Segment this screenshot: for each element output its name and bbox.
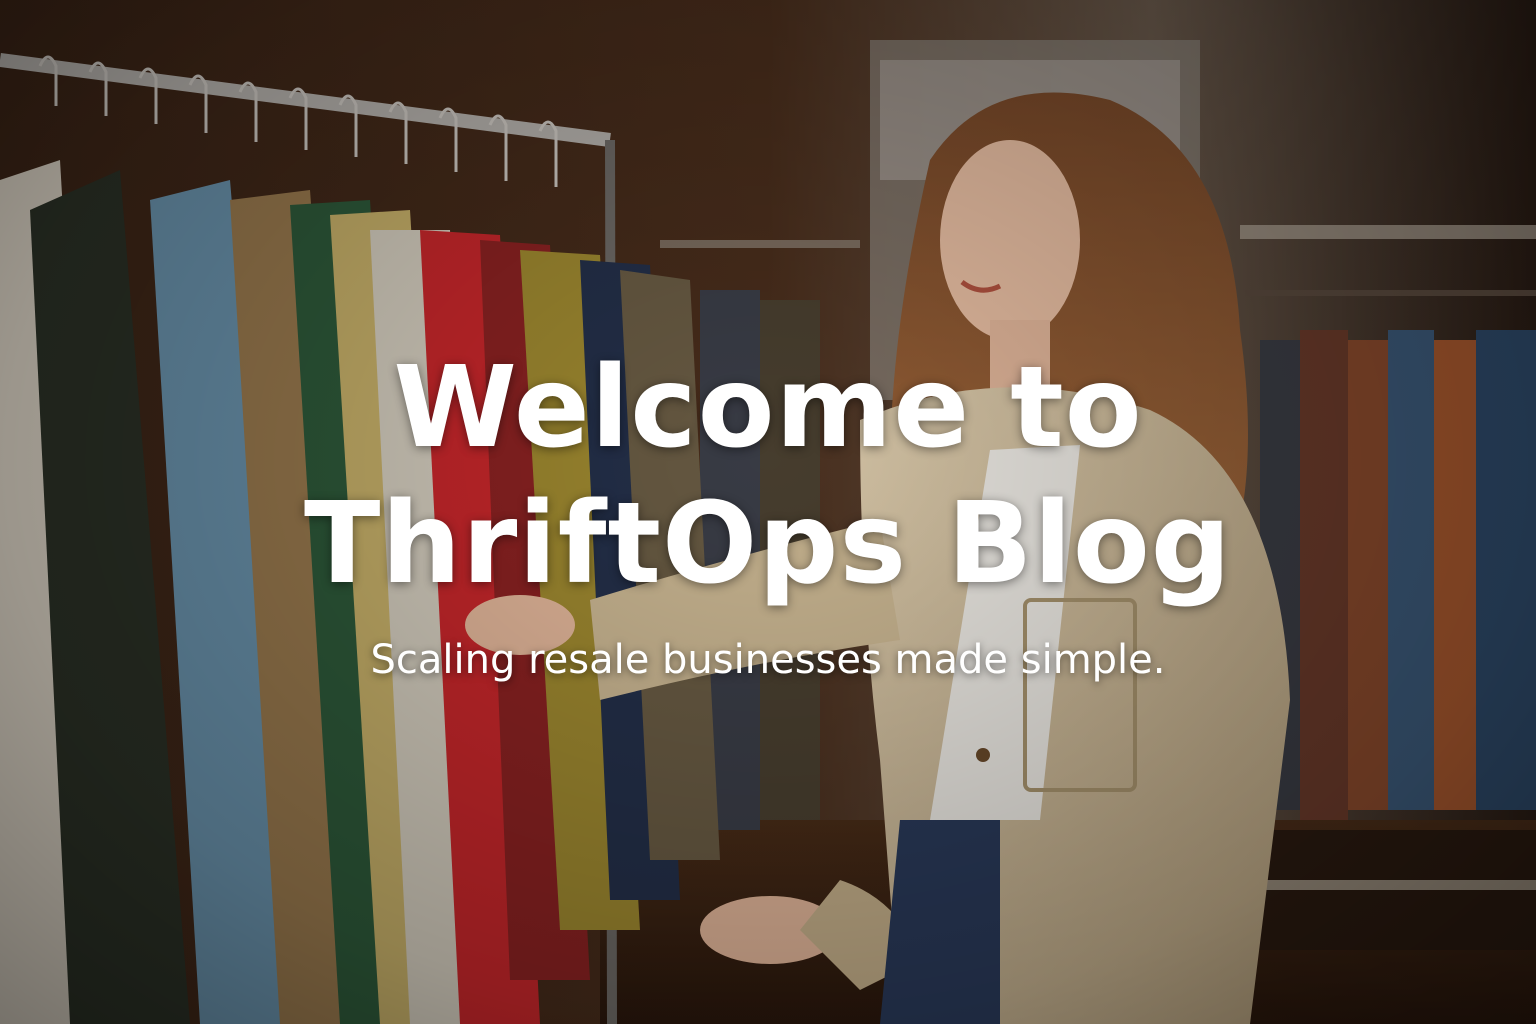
hero-title-line-2: ThriftOps Blog — [304, 479, 1232, 609]
hero-text-block: Welcome to ThriftOps Blog Scaling resale… — [0, 340, 1536, 686]
hero-title-line-1: Welcome to — [393, 343, 1143, 473]
hero-subtitle: Scaling resale businesses made simple. — [370, 637, 1166, 683]
hero-banner: Welcome to ThriftOps Blog Scaling resale… — [0, 0, 1536, 1024]
hero-title: Welcome to ThriftOps Blog — [0, 340, 1536, 612]
